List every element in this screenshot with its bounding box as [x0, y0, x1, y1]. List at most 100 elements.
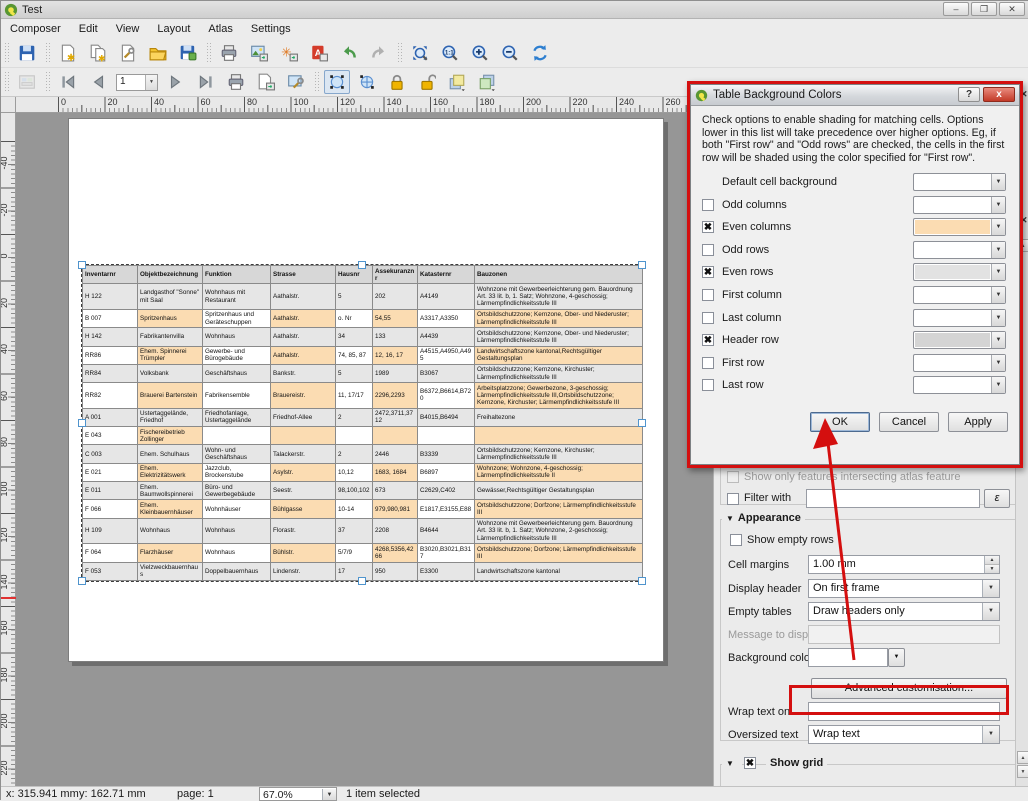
export-svg-button[interactable]: ✳: [276, 41, 302, 65]
filter-expression-input[interactable]: [806, 489, 980, 508]
color-button[interactable]: ▼: [913, 196, 1006, 214]
color-button[interactable]: ▼: [913, 241, 1006, 259]
unlock-items-button[interactable]: [414, 70, 440, 94]
option-checkbox[interactable]: ✖: [702, 334, 714, 346]
toolbar-grip[interactable]: [45, 42, 50, 64]
color-button[interactable]: ▼: [913, 218, 1006, 236]
composer-manager-button[interactable]: [115, 41, 141, 65]
export-atlas-button[interactable]: [253, 70, 279, 94]
toolbar-grip[interactable]: [314, 71, 319, 93]
next-feature-button[interactable]: [163, 70, 189, 94]
close-button[interactable]: ✕: [999, 2, 1025, 16]
minimize-button[interactable]: –: [943, 2, 969, 16]
selection-handle[interactable]: [78, 419, 86, 427]
background-color-button[interactable]: [808, 648, 888, 667]
expression-builder-button[interactable]: ε: [984, 489, 1010, 508]
toolbar-grip[interactable]: [4, 42, 9, 64]
undo-button[interactable]: [336, 41, 362, 65]
cell-margins-spinbox[interactable]: 1.00 mm ▲▼: [808, 555, 1000, 574]
toolbar-grip[interactable]: [45, 71, 50, 93]
raise-items-button[interactable]: [444, 70, 470, 94]
scroll-up-icon[interactable]: ▲: [1017, 751, 1028, 764]
export-pdf-button[interactable]: A: [306, 41, 332, 65]
selection-handle[interactable]: [358, 577, 366, 585]
empty-tables-combo[interactable]: Draw headers only ▼: [808, 602, 1000, 621]
selection-handle[interactable]: [638, 261, 646, 269]
option-checkbox[interactable]: [702, 312, 714, 324]
filter-with-checkbox[interactable]: [727, 493, 739, 505]
spin-buttons[interactable]: ▲▼: [984, 556, 999, 573]
menu-item[interactable]: Composer: [1, 21, 70, 37]
appearance-group-header[interactable]: ▼Appearance: [722, 512, 805, 524]
zoom-level-combo[interactable]: 67.0% ▼: [259, 787, 337, 801]
menu-item[interactable]: View: [107, 21, 149, 37]
menu-item[interactable]: Layout: [148, 21, 199, 37]
option-checkbox[interactable]: [702, 357, 714, 369]
scroll-down-icon[interactable]: ▼: [1017, 765, 1028, 778]
dialog-help-button[interactable]: ?: [958, 87, 980, 102]
ok-button[interactable]: OK: [810, 412, 870, 432]
menu-item[interactable]: Edit: [70, 21, 107, 37]
display-header-combo[interactable]: On first frame ▼: [808, 579, 1000, 598]
atlas-settings-button[interactable]: [283, 70, 309, 94]
color-button[interactable]: ▼: [913, 173, 1006, 191]
zoom-actual-button[interactable]: 1:1: [437, 41, 463, 65]
option-checkbox[interactable]: [702, 379, 714, 391]
selection-handle[interactable]: [78, 261, 86, 269]
selection-handle[interactable]: [358, 261, 366, 269]
page-number-dropdown-icon[interactable]: ▼: [145, 75, 157, 90]
menu-item[interactable]: Atlas: [199, 21, 241, 37]
zoom-in-button[interactable]: [467, 41, 493, 65]
zoom-out-button[interactable]: [497, 41, 523, 65]
show-empty-rows-checkbox[interactable]: [730, 534, 742, 546]
open-button[interactable]: [145, 41, 171, 65]
previous-feature-button[interactable]: [85, 70, 111, 94]
atlas-preview-button[interactable]: [14, 70, 40, 94]
option-checkbox[interactable]: ✖: [702, 266, 714, 278]
cancel-button[interactable]: Cancel: [879, 412, 939, 432]
print-atlas-button[interactable]: [223, 70, 249, 94]
color-button[interactable]: ▼: [913, 286, 1006, 304]
wrap-text-on-input[interactable]: [808, 702, 1000, 721]
print-button[interactable]: [216, 41, 242, 65]
color-button[interactable]: ▼: [913, 263, 1006, 281]
first-feature-button[interactable]: [55, 70, 81, 94]
lower-items-button[interactable]: [474, 70, 500, 94]
export-image-button[interactable]: [246, 41, 272, 65]
lock-items-button[interactable]: [384, 70, 410, 94]
selection-handle[interactable]: [638, 419, 646, 427]
option-checkbox[interactable]: ✖: [702, 221, 714, 233]
background-color-dropdown[interactable]: ▼: [888, 648, 905, 667]
advanced-customisation-button[interactable]: Advanced customisation...: [811, 678, 1007, 699]
save-project-button[interactable]: [14, 41, 40, 65]
atlas-page-number-input[interactable]: 1▼: [116, 74, 158, 91]
toolbar-grip[interactable]: [206, 42, 211, 64]
option-checkbox[interactable]: [702, 244, 714, 256]
new-composition-button[interactable]: ✱: [55, 41, 81, 65]
dialog-close-button[interactable]: x: [983, 87, 1015, 102]
color-button[interactable]: ▼: [913, 354, 1006, 372]
selection-handle[interactable]: [638, 577, 646, 585]
apply-button[interactable]: Apply: [948, 412, 1008, 432]
color-button[interactable]: ▼: [913, 376, 1006, 394]
show-grid-checkbox[interactable]: ✖: [744, 757, 756, 769]
option-checkbox[interactable]: [702, 289, 714, 301]
color-button[interactable]: ▼: [913, 309, 1006, 327]
move-item-content-button[interactable]: [354, 70, 380, 94]
last-feature-button[interactable]: [193, 70, 219, 94]
toolbar-grip[interactable]: [397, 42, 402, 64]
dialog-title-bar[interactable]: Table Background Colors ? x: [691, 85, 1019, 106]
show-grid-group-header[interactable]: ▼: [722, 757, 742, 769]
redo-button[interactable]: [366, 41, 392, 65]
option-checkbox[interactable]: [702, 199, 714, 211]
selection-handle[interactable]: [78, 577, 86, 585]
show-only-features-checkbox[interactable]: [727, 471, 739, 483]
zoom-full-button[interactable]: [407, 41, 433, 65]
save-as-template-button[interactable]: [175, 41, 201, 65]
message-to-display-input[interactable]: [808, 625, 1000, 644]
menu-item[interactable]: Settings: [242, 21, 300, 37]
refresh-button[interactable]: [527, 41, 553, 65]
toolbar-grip[interactable]: [4, 71, 9, 93]
select-move-item-button[interactable]: [324, 70, 350, 94]
attribute-table-item[interactable]: InventarnrObjektbezeichnungFunktionStras…: [81, 264, 643, 582]
